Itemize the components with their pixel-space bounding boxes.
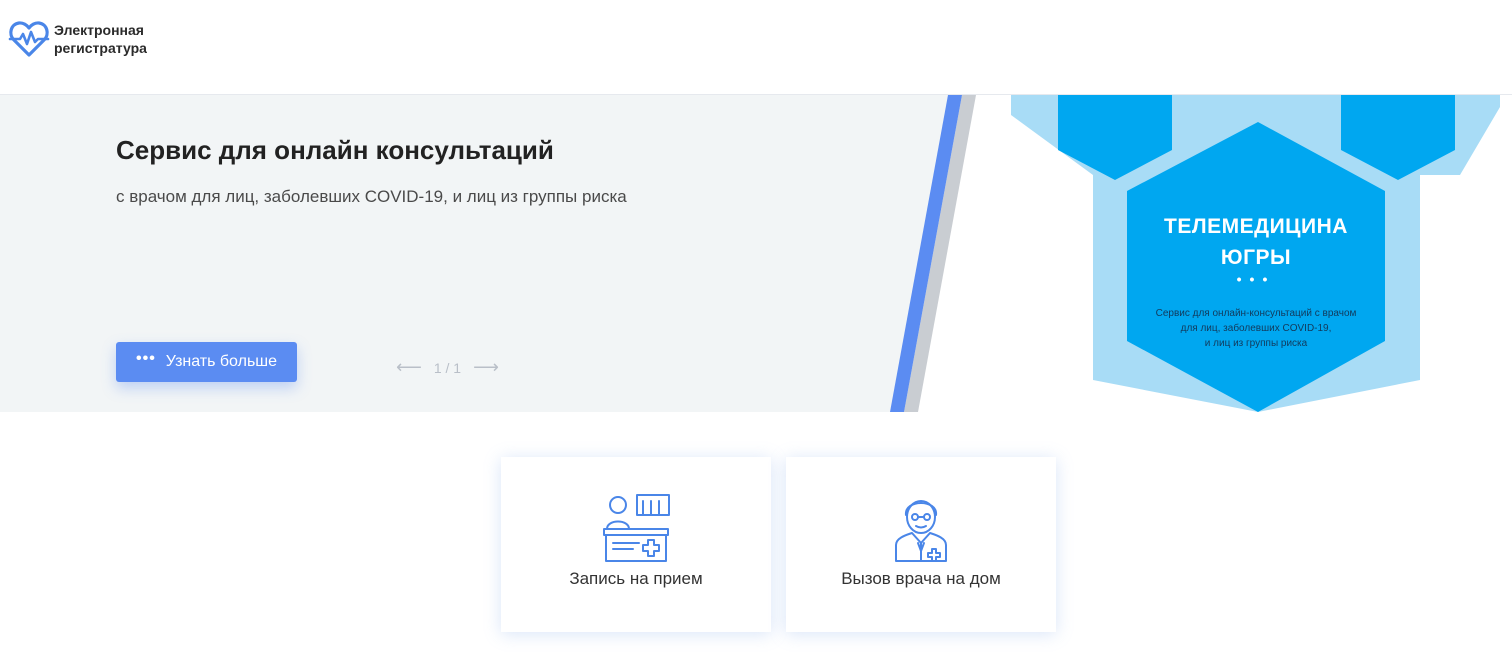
logo[interactable]: Электронная регистратура [8, 18, 147, 60]
site-header: Электронная регистратура [0, 0, 1512, 95]
hero-banner: Сервис для онлайн консультаций с врачом … [0, 95, 1512, 412]
artwork-desc-line-3: и лиц из группы риска [1204, 338, 1308, 349]
artwork-title-line-2: ЮГРЫ [1220, 246, 1292, 269]
home-visit-label: Вызов врача на дом [841, 569, 1001, 588]
learn-more-label: Узнать больше [165, 353, 278, 370]
learn-more-button[interactable]: ••• Узнать больше [116, 342, 297, 382]
logo-line-1: Электронная [54, 22, 144, 38]
heart-pulse-icon [8, 21, 50, 57]
artwork-dots: ••• [1236, 271, 1276, 287]
banner-subtitle: с врачом для лиц, заболевших COVID-19, и… [116, 187, 627, 206]
artwork-title: ТЕЛЕМЕДИЦИНА ЮГРЫ [1125, 211, 1387, 273]
home-visit-card[interactable]: Вызов врача на дом [786, 457, 1056, 632]
arrow-right-icon[interactable]: ⟶ [473, 357, 499, 378]
artwork-description: Сервис для онлайн-консультаций с врачом … [1125, 306, 1387, 351]
logo-text: Электронная регистратура [54, 21, 147, 57]
doctor-icon [895, 500, 947, 562]
ellipsis-icon: ••• [135, 350, 156, 367]
pager-count: 1 / 1 [433, 359, 462, 376]
banner-title: Сервис для онлайн консультаций [116, 135, 554, 165]
appointment-card[interactable]: Запись на прием [501, 457, 771, 632]
artwork-desc-line-1: Сервис для онлайн-консультаций с врачом [1155, 308, 1357, 319]
slider-pager: ⟵ 1 / 1 ⟶ [396, 357, 499, 378]
artwork-title-line-1: ТЕЛЕМЕДИЦИНА [1164, 215, 1348, 238]
appointment-label: Запись на прием [569, 569, 703, 588]
artwork-desc-line-2: для лиц, заболевших COVID-19, [1180, 323, 1332, 334]
reception-desk-icon [603, 494, 670, 562]
arrow-left-icon[interactable]: ⟵ [396, 357, 422, 378]
logo-line-2: регистратура [54, 40, 147, 56]
